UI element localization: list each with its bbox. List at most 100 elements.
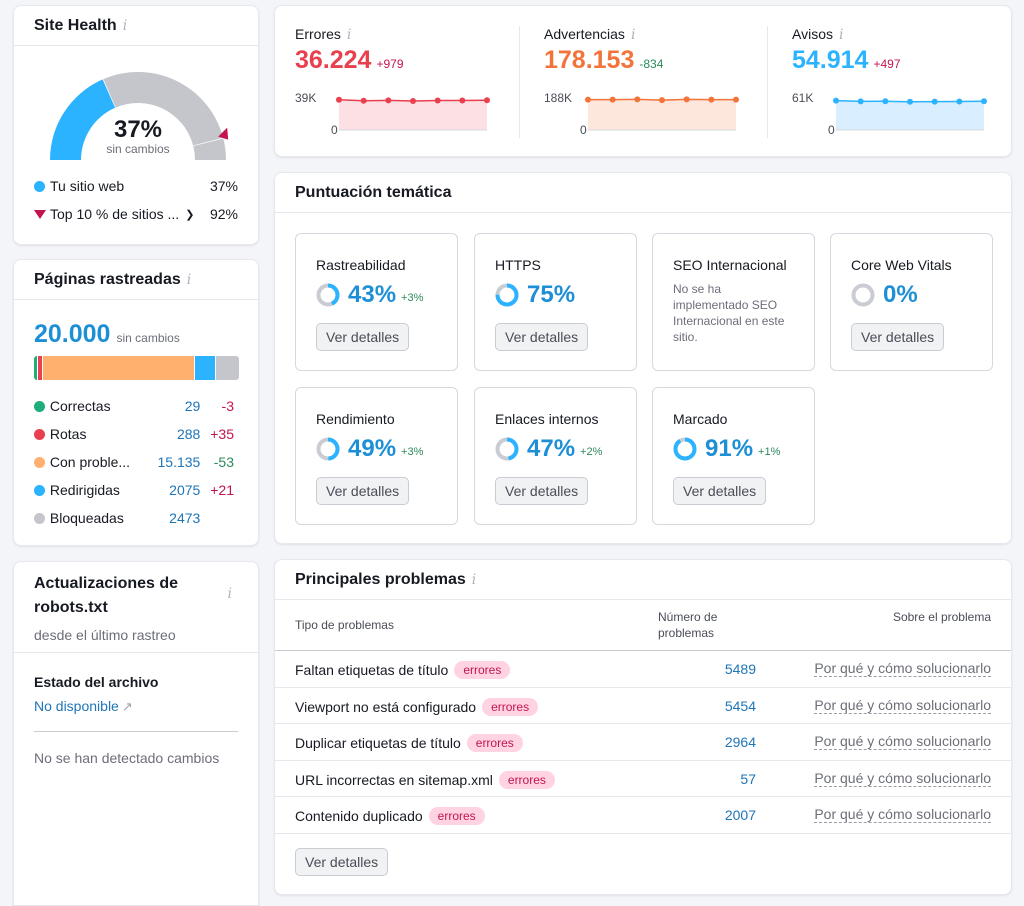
issue-count[interactable]: 2964	[725, 734, 756, 750]
view-details-button[interactable]: Ver detalles	[673, 477, 767, 505]
stack-segment[interactable]	[43, 356, 195, 380]
sparkline-point[interactable]	[484, 97, 490, 104]
crawled-row[interactable]: Rotas 288 +35	[34, 426, 234, 442]
sparkline-point[interactable]	[931, 98, 938, 105]
metric-number[interactable]: 54.914	[792, 46, 868, 75]
info-icon[interactable]: i	[472, 572, 476, 588]
issue-count[interactable]: 5489	[725, 661, 756, 677]
sparkline-point[interactable]	[585, 96, 591, 103]
crawled-row-delta: -3	[221, 398, 234, 414]
sparkline-point[interactable]	[833, 97, 839, 104]
status-dot-icon	[34, 456, 45, 468]
issue-name[interactable]: Contenido duplicado errores	[295, 807, 485, 825]
how-to-fix-link[interactable]: Por qué y cómo solucionarlo	[814, 733, 991, 750]
issue-row[interactable]: Viewport no está configurado errores 5454 P…	[275, 686, 1011, 724]
issue-name-text[interactable]: Duplicar etiquetas de título	[295, 735, 461, 751]
thematic-name: Enlaces internos	[495, 411, 599, 427]
crawled-row-count[interactable]: 29	[137, 398, 201, 414]
issue-name-text[interactable]: Viewport no está configurado	[295, 699, 476, 715]
issue-name[interactable]: Duplicar etiquetas de título errores	[295, 734, 523, 752]
crawled-row-count[interactable]: 288	[137, 426, 200, 442]
metric-number[interactable]: 36.224	[295, 46, 371, 75]
info-icon[interactable]: i	[347, 27, 351, 43]
stack-segment[interactable]	[38, 356, 43, 380]
stack-segment[interactable]	[34, 356, 38, 380]
info-icon[interactable]: i	[123, 18, 127, 34]
thematic-score: 47% +2%	[495, 435, 602, 463]
crawled-row[interactable]: Redirigidas 2075 +21	[34, 482, 234, 498]
sparkline-point[interactable]	[459, 97, 466, 104]
sparkline-point[interactable]	[882, 98, 889, 105]
info-icon[interactable]: i	[631, 27, 635, 43]
issue-row[interactable]: Faltan etiquetas de título errores 5489 Por…	[275, 650, 1011, 687]
chevron-down-icon[interactable]: ❯	[185, 208, 194, 221]
column-header-count: Número de problemas	[658, 610, 718, 640]
status-dot-icon	[34, 512, 45, 524]
issue-row[interactable]: Duplicar etiquetas de título errores 2964 P…	[275, 723, 1011, 760]
metric-value[interactable]: 36.224 +979	[295, 46, 404, 75]
file-status-text[interactable]: No disponible	[34, 698, 119, 714]
how-to-fix-link[interactable]: Por qué y cómo solucionarlo	[814, 770, 991, 787]
metric-label-text: Errores	[295, 26, 341, 42]
status-dot-icon	[34, 400, 45, 412]
crawled-row-count[interactable]: 2473	[137, 510, 200, 526]
axis-min-label: 0	[828, 123, 835, 136]
how-to-fix-link[interactable]: Por qué y cómo solucionarlo	[814, 697, 991, 714]
crawled-total[interactable]: 20.000 sin cambios	[34, 320, 180, 349]
sparkline-point[interactable]	[434, 97, 441, 104]
sparkline-point[interactable]	[609, 96, 616, 103]
sparkline-point[interactable]	[733, 96, 739, 103]
sparkline-point[interactable]	[708, 96, 715, 103]
info-icon[interactable]: i	[228, 586, 232, 602]
legend-top10[interactable]: Top 10 % de sitios ... ❯ 92%	[34, 206, 238, 222]
view-details-button[interactable]: Ver detalles	[295, 848, 389, 876]
issue-count[interactable]: 2007	[725, 807, 756, 823]
external-link-icon[interactable]: ↗	[122, 699, 133, 714]
issue-count[interactable]: 5454	[725, 698, 756, 714]
info-icon[interactable]: i	[839, 27, 843, 43]
sparkline-point[interactable]	[857, 98, 864, 105]
info-icon[interactable]: i	[187, 272, 191, 288]
issue-name-text[interactable]: URL incorrectas en sitemap.xml	[295, 772, 493, 788]
issue-count[interactable]: 57	[740, 771, 756, 787]
metric-label-text: Avisos	[792, 26, 833, 42]
stack-segment[interactable]	[195, 356, 215, 380]
sparkline-point[interactable]	[385, 97, 392, 104]
issue-name-text[interactable]: Faltan etiquetas de título	[295, 662, 448, 678]
view-details-button[interactable]: Ver detalles	[851, 323, 945, 351]
crawled-row[interactable]: Correctas 29 -3	[34, 398, 234, 414]
crawled-row[interactable]: Con proble... 15.135 -53	[34, 454, 234, 470]
sparkline-point[interactable]	[956, 98, 963, 105]
view-details-button[interactable]: Ver detalles	[495, 323, 589, 351]
error-badge: errores	[498, 770, 555, 789]
issue-row[interactable]: Contenido duplicado errores 2007 Por qué y …	[275, 796, 1011, 833]
issue-name[interactable]: Faltan etiquetas de título errores	[295, 661, 511, 679]
sparkline-point[interactable]	[683, 96, 690, 103]
metric-number[interactable]: 178.153	[544, 46, 634, 75]
crawled-row-count[interactable]: 2075	[137, 482, 200, 498]
sparkline-point[interactable]	[336, 96, 342, 103]
sparkline-point[interactable]	[410, 97, 416, 104]
file-status-link[interactable]: No disponible ↗	[34, 698, 133, 715]
sparkline-point[interactable]	[659, 97, 665, 104]
view-details-button[interactable]: Ver detalles	[316, 477, 410, 505]
stack-segment[interactable]	[215, 356, 239, 380]
issue-name[interactable]: URL incorrectas en sitemap.xml errores	[295, 770, 555, 789]
sparkline-point[interactable]	[907, 98, 913, 105]
crawled-row[interactable]: Bloqueadas 2473	[34, 510, 234, 526]
sparkline-point[interactable]	[634, 96, 641, 103]
issue-name-text[interactable]: Contenido duplicado	[295, 808, 423, 824]
view-details-button[interactable]: Ver detalles	[495, 477, 589, 505]
how-to-fix-link[interactable]: Por qué y cómo solucionarlo	[814, 660, 991, 677]
issue-name[interactable]: Viewport no está configurado errores	[295, 697, 539, 716]
how-to-fix-link[interactable]: Por qué y cómo solucionarlo	[814, 806, 991, 823]
issue-row[interactable]: URL incorrectas en sitemap.xml errores 57 P…	[275, 759, 1011, 797]
sparkline-point[interactable]	[360, 97, 367, 104]
crawled-row-count[interactable]: 15.135	[137, 454, 201, 470]
metric-value[interactable]: 178.153 -834	[544, 46, 663, 75]
crawled-row-delta: +21	[210, 482, 234, 498]
view-details-button[interactable]: Ver detalles	[316, 323, 410, 351]
crawled-total-value[interactable]: 20.000	[34, 320, 110, 349]
metric-value[interactable]: 54.914 +497	[792, 46, 901, 75]
sparkline-point[interactable]	[981, 98, 987, 105]
